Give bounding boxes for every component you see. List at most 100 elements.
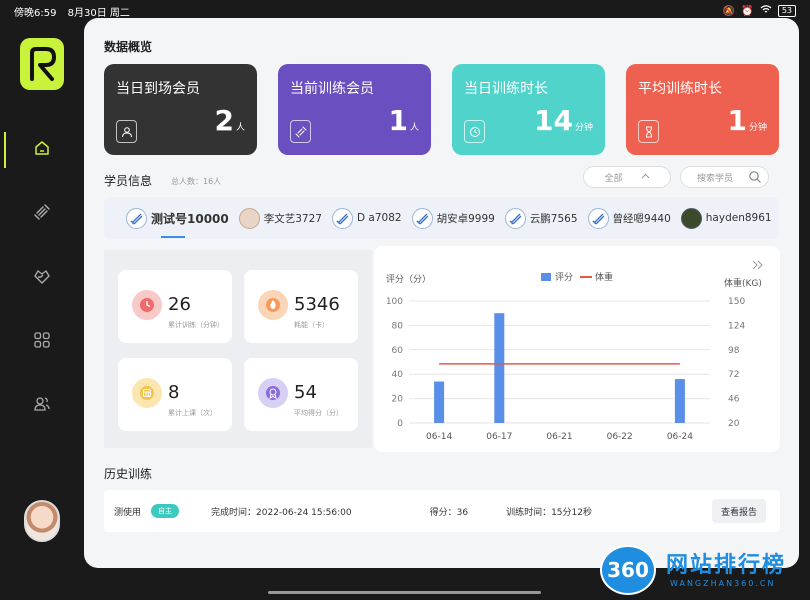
x-tick-label: 06-21	[546, 432, 572, 442]
home-indicator[interactable]	[268, 591, 541, 594]
member-item[interactable]: D a7082	[331, 197, 402, 239]
member-name: hayden8961	[705, 212, 772, 224]
legend-label: 体重	[595, 271, 613, 283]
y-tick-label: 60	[392, 346, 404, 356]
legend-swatch-line	[580, 276, 592, 278]
stat-card-value: 14 分钟	[534, 104, 593, 137]
mute-icon: 🔕	[722, 5, 736, 17]
avatar[interactable]	[24, 500, 60, 542]
main-panel: 数据概览 当日到场会员 2人 当前训练会员 1人 当日训练时长 14 分钟 平均训…	[84, 18, 799, 568]
history-complete-time: 完成时间：2022-06-24 15:56:00	[211, 507, 352, 518]
stat-card-value: 1 分钟	[727, 104, 768, 137]
y-tick-label: 40	[392, 370, 404, 380]
y2-tick-label: 20	[728, 419, 740, 429]
member-list: 测试号10000 李文艺3727 D a7082 胡安卓9999 云鹏7565	[104, 197, 779, 239]
status-date: 8月30日 周二	[67, 7, 130, 19]
y2-tick-label: 46	[728, 395, 740, 405]
x-tick-label: 06-14	[426, 432, 452, 442]
view-report-button[interactable]: 查看报告	[712, 499, 766, 523]
member-item[interactable]: 胡安卓9999	[411, 197, 495, 239]
x-tick-label: 06-17	[486, 432, 512, 442]
chart-ylabel: 评分（分）	[386, 274, 431, 285]
battery-icon: 53	[777, 5, 796, 17]
member-avatar	[238, 207, 260, 229]
legend-label: 评分	[555, 272, 573, 283]
filter-select-value: 全部	[604, 173, 623, 184]
member-avatar-icon	[504, 207, 526, 229]
hourglass-icon	[638, 120, 659, 143]
history-title: 历史训练	[104, 467, 153, 481]
sidebar-item-home[interactable]	[0, 128, 84, 172]
search-placeholder: 搜索学员	[697, 173, 734, 184]
stat-value: 5346	[294, 294, 340, 315]
member-name: 胡安卓9999	[436, 212, 495, 225]
member-avatar-icon	[411, 207, 433, 229]
member-item[interactable]: 曾经嗯9440	[587, 197, 671, 239]
search-input[interactable]: 搜索学员	[680, 166, 769, 188]
person-icon	[116, 120, 137, 143]
legend-swatch-bar	[541, 273, 551, 281]
users-icon	[33, 395, 51, 417]
stat-label: 累计上课（次）	[168, 409, 217, 417]
stat-label: 平均得分（分）	[294, 409, 343, 417]
y-tick-label: 100	[386, 297, 403, 307]
x-tick-label: 06-24	[667, 432, 693, 442]
sidebar-item-apps[interactable]	[0, 320, 84, 364]
member-avatar-icon	[587, 207, 609, 229]
stat-value: 26	[168, 294, 191, 315]
stat-card-duration: 当日训练时长 14 分钟	[452, 64, 605, 155]
stat-card-label: 平均训练时长	[638, 81, 722, 97]
flame-icon	[258, 290, 288, 320]
chart-y2label: 体重(KG)	[724, 277, 762, 289]
chart-svg: 评分（分） 体重(KG) 评分 体重 0 20 40 60 80 100 20 46 72 98…	[386, 260, 763, 442]
stat-card-training: 当前训练会员 1人	[278, 64, 431, 155]
history-score: 得分：36	[429, 507, 469, 518]
score-bar	[434, 381, 445, 423]
member-name: 测试号10000	[151, 211, 229, 226]
stat-value: 8	[168, 382, 180, 403]
score-bar	[494, 313, 505, 423]
dumbbell-icon	[290, 120, 311, 143]
clock-icon	[132, 290, 162, 320]
stat-value: 54	[294, 382, 317, 403]
member-item[interactable]: 测试号10000	[126, 197, 229, 239]
stat-total-minutes: 26 累计训练（分钟）	[118, 270, 232, 343]
sidebar	[0, 22, 84, 592]
overview-title: 数据概览	[104, 40, 153, 54]
sidebar-item-health[interactable]	[0, 256, 84, 300]
grid-icon	[33, 331, 51, 353]
member-item[interactable]: 云鹏7565	[504, 197, 578, 239]
member-name: 曾经嗯9440	[612, 212, 671, 225]
r-logo-icon[interactable]	[20, 38, 64, 90]
chevron-right-icon[interactable]	[752, 260, 763, 270]
score-bar	[674, 379, 685, 423]
member-name: 云鹏7565	[529, 212, 578, 225]
chevron-up-icon	[641, 172, 650, 182]
medal-icon	[258, 378, 288, 408]
sidebar-item-users[interactable]	[0, 384, 84, 428]
alarm-icon: ⏰	[741, 5, 754, 17]
stats-area: 26 累计训练（分钟） 5346 耗能（卡） 8 累计上课（次） 54 平均得分…	[104, 250, 372, 448]
status-time: 傍晚6:59	[14, 7, 57, 19]
y2-tick-label: 72	[728, 370, 739, 380]
member-name: 李文艺3727	[263, 212, 322, 225]
watermark-logo: 360	[600, 545, 656, 595]
sidebar-item-training[interactable]	[0, 192, 84, 236]
stat-average-score: 54 平均得分（分）	[244, 358, 358, 431]
watermark-title: 网站排行榜	[666, 553, 787, 578]
history-duration: 训练时间：15分12秒	[506, 507, 592, 518]
legend: 评分 体重	[541, 271, 613, 283]
dumbbell-icon	[33, 203, 51, 225]
history-row[interactable]: 测使用 自主 完成时间：2022-06-24 15:56:00 得分：36 训练…	[104, 490, 780, 532]
member-item[interactable]: 李文艺3727	[238, 197, 322, 239]
y-tick-label: 0	[397, 419, 403, 429]
heart-icon	[33, 267, 51, 289]
y-tick-label: 80	[392, 321, 404, 331]
clock-icon	[464, 120, 485, 143]
watermark-sub: WANGZHAN360.CN	[670, 579, 776, 588]
member-avatar	[680, 207, 702, 229]
member-item[interactable]: hayden8961	[680, 197, 772, 239]
stat-card-label: 当日到场会员	[116, 81, 200, 97]
stat-card-label: 当日训练时长	[464, 81, 548, 97]
filter-select[interactable]: 全部	[583, 166, 671, 188]
